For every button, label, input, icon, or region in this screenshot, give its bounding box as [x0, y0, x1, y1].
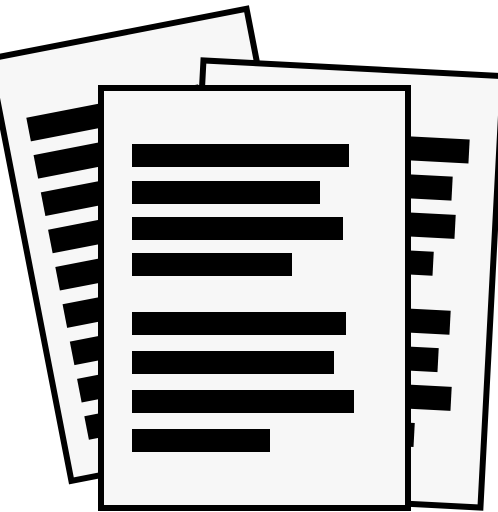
front-sheet [98, 85, 411, 511]
front-sheet-text-line [132, 312, 346, 335]
stacked-documents-icon [0, 5, 498, 511]
front-sheet-text-line [132, 144, 349, 167]
front-sheet-text-line [132, 217, 343, 240]
front-sheet-text-line [132, 181, 320, 204]
front-sheet-text-line [132, 253, 292, 276]
front-sheet-text-line [132, 351, 334, 374]
front-sheet-text-line [132, 429, 270, 452]
documents-icon-stage [0, 0, 498, 512]
front-sheet-text-line [132, 390, 354, 413]
